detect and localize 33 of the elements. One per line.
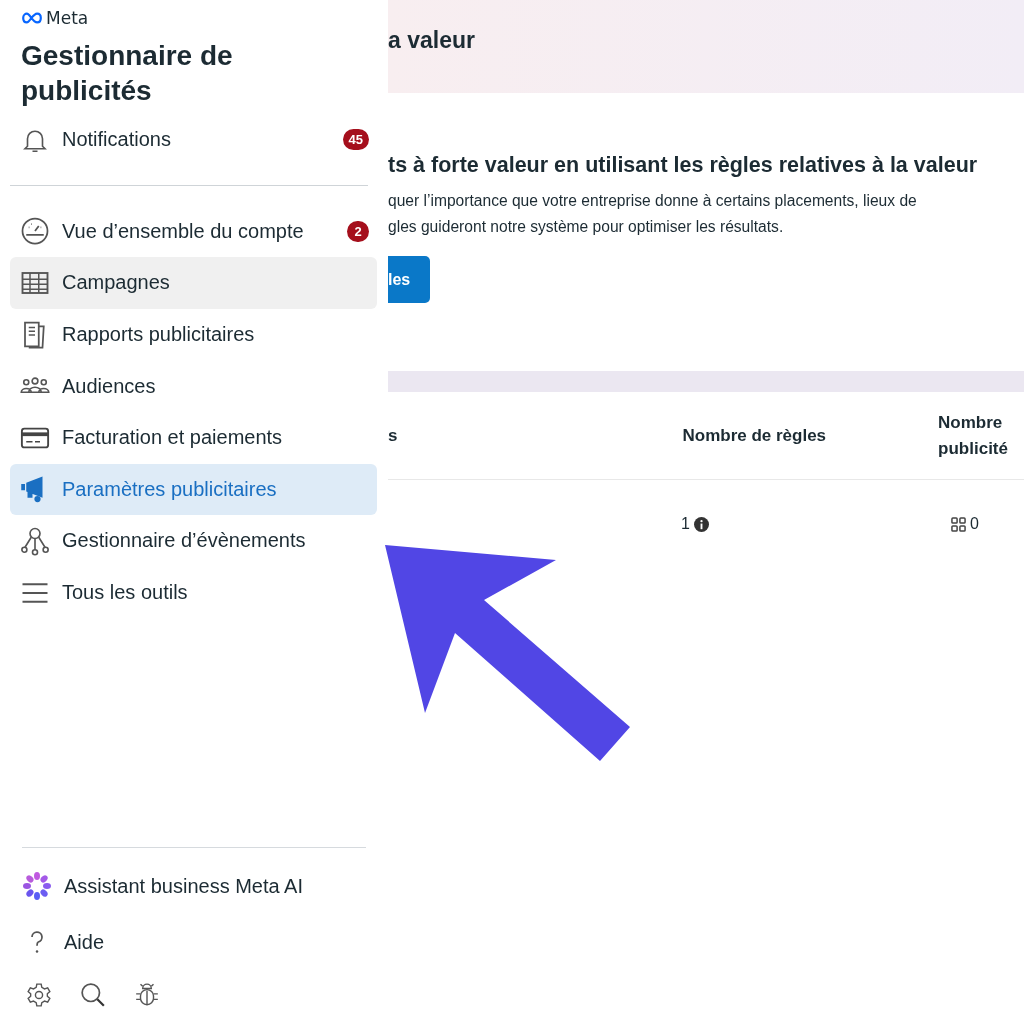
nav-item[interactable]: Campagnes — [10, 257, 377, 309]
nav-item[interactable]: Notifications 45 — [10, 114, 377, 166]
bug-icon[interactable] — [134, 982, 160, 1008]
count-badge: 2 — [347, 220, 369, 242]
nav-item[interactable]: Gestionnaire d’évènements — [10, 515, 377, 567]
table-cell: 1 — [681, 515, 690, 533]
nav-item[interactable]: Vue d’ensemble du compte 2 — [10, 205, 377, 258]
section-heading: ts à forte valeur en utilisant les règles relatives à la valeur — [388, 153, 979, 178]
nav-item[interactable]: Facturation et paiements — [10, 411, 377, 464]
nav-item[interactable]: Paramètres publicitaires — [10, 463, 377, 516]
network-icon — [20, 525, 50, 556]
flower-icon — [22, 871, 52, 901]
grid-icon — [951, 516, 966, 532]
count-badge: 45 — [342, 129, 369, 151]
primary-button[interactable]: les — [388, 256, 430, 303]
column-header: s — [388, 425, 398, 446]
nav-item[interactable]: Rapports publicitaires — [10, 308, 377, 361]
info-icon — [693, 516, 709, 532]
description-line: gles guideront notre système pour optimiser les résultats. — [388, 217, 785, 237]
nav-item[interactable]: Tous les outils — [10, 566, 377, 619]
column-header: Nombre de règles — [682, 425, 827, 446]
settings-icon[interactable] — [26, 982, 52, 1008]
app-title: Gestionnaire de publicités — [21, 39, 234, 108]
page-title: a valeur — [388, 27, 475, 54]
nav-item[interactable]: Assistant business Meta AI — [12, 858, 379, 914]
search-icon[interactable] — [80, 982, 106, 1008]
column-header: Nombre publicité — [938, 411, 1009, 460]
gauge-icon — [20, 216, 50, 247]
table-cell-text: 0 — [970, 514, 979, 534]
nav-item[interactable]: Audiences — [10, 360, 377, 412]
description-line: quer l’importance que votre entreprise donne à certains placements, lieux de — [388, 191, 918, 211]
meta-logo[interactable]: Meta — [21, 8, 89, 28]
nav-item[interactable]: Aide — [12, 914, 379, 970]
